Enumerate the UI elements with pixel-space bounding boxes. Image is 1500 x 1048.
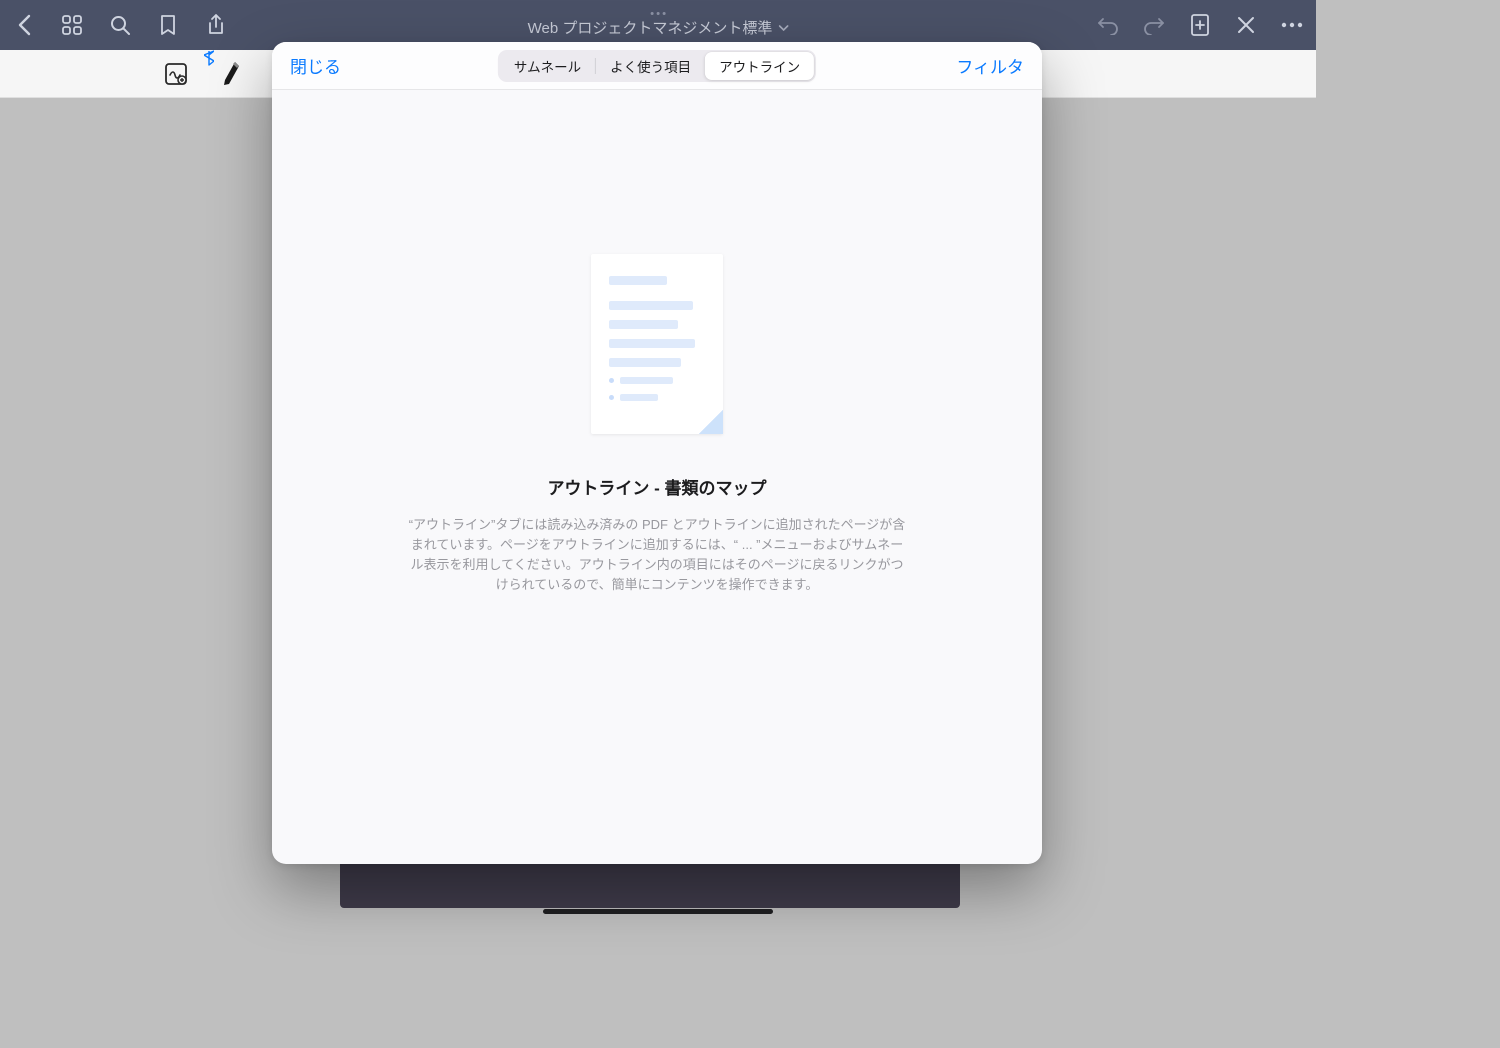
tab-thumbnails[interactable]: サムネール (500, 52, 595, 80)
more-icon[interactable] (1280, 13, 1304, 37)
undo-icon[interactable] (1096, 13, 1120, 37)
back-icon[interactable] (12, 13, 36, 37)
modal-body: アウトライン - 書類のマップ “アウトライン”タブには読み込み済みの PDF … (272, 90, 1042, 864)
new-page-icon[interactable] (1188, 13, 1212, 37)
nav-left-group (12, 13, 228, 37)
document-title-text: Web プロジェクトマネジメント標準 (528, 17, 773, 38)
grid-icon[interactable] (60, 13, 84, 37)
outline-empty-illustration (591, 254, 723, 434)
share-icon[interactable] (204, 13, 228, 37)
home-indicator[interactable] (543, 909, 773, 914)
redo-icon[interactable] (1142, 13, 1166, 37)
empty-state-title: アウトライン - 書類のマップ (547, 474, 766, 499)
nav-title-area: Web プロジェクトマネジメント標準 (528, 12, 789, 38)
close-icon[interactable] (1234, 13, 1258, 37)
tab-favorites[interactable]: よく使う項目 (596, 52, 705, 80)
modal-header: 閉じる サムネール よく使う項目 アウトライン フィルタ (272, 42, 1042, 90)
chevron-down-icon (778, 25, 788, 31)
bluetooth-icon (204, 50, 214, 69)
nav-right-group (1096, 13, 1304, 37)
view-segmented-control: サムネール よく使う項目 アウトライン (498, 50, 816, 82)
pen-tool-icon[interactable] (216, 58, 248, 90)
empty-state-description: “アウトライン”タブには読み込み済みの PDF とアウトラインに追加されたページ… (407, 515, 907, 596)
outline-modal: 閉じる サムネール よく使う項目 アウトライン フィルタ アウトライン - 書類… (272, 42, 1042, 864)
tab-outline[interactable]: アウトライン (705, 52, 814, 80)
bookmark-icon[interactable] (156, 13, 180, 37)
drag-handle-icon (651, 12, 666, 15)
scribble-icon[interactable] (160, 58, 192, 90)
filter-button[interactable]: フィルタ (956, 53, 1024, 78)
search-icon[interactable] (108, 13, 132, 37)
document-title[interactable]: Web プロジェクトマネジメント標準 (528, 17, 789, 38)
close-button[interactable]: 閉じる (290, 53, 341, 78)
